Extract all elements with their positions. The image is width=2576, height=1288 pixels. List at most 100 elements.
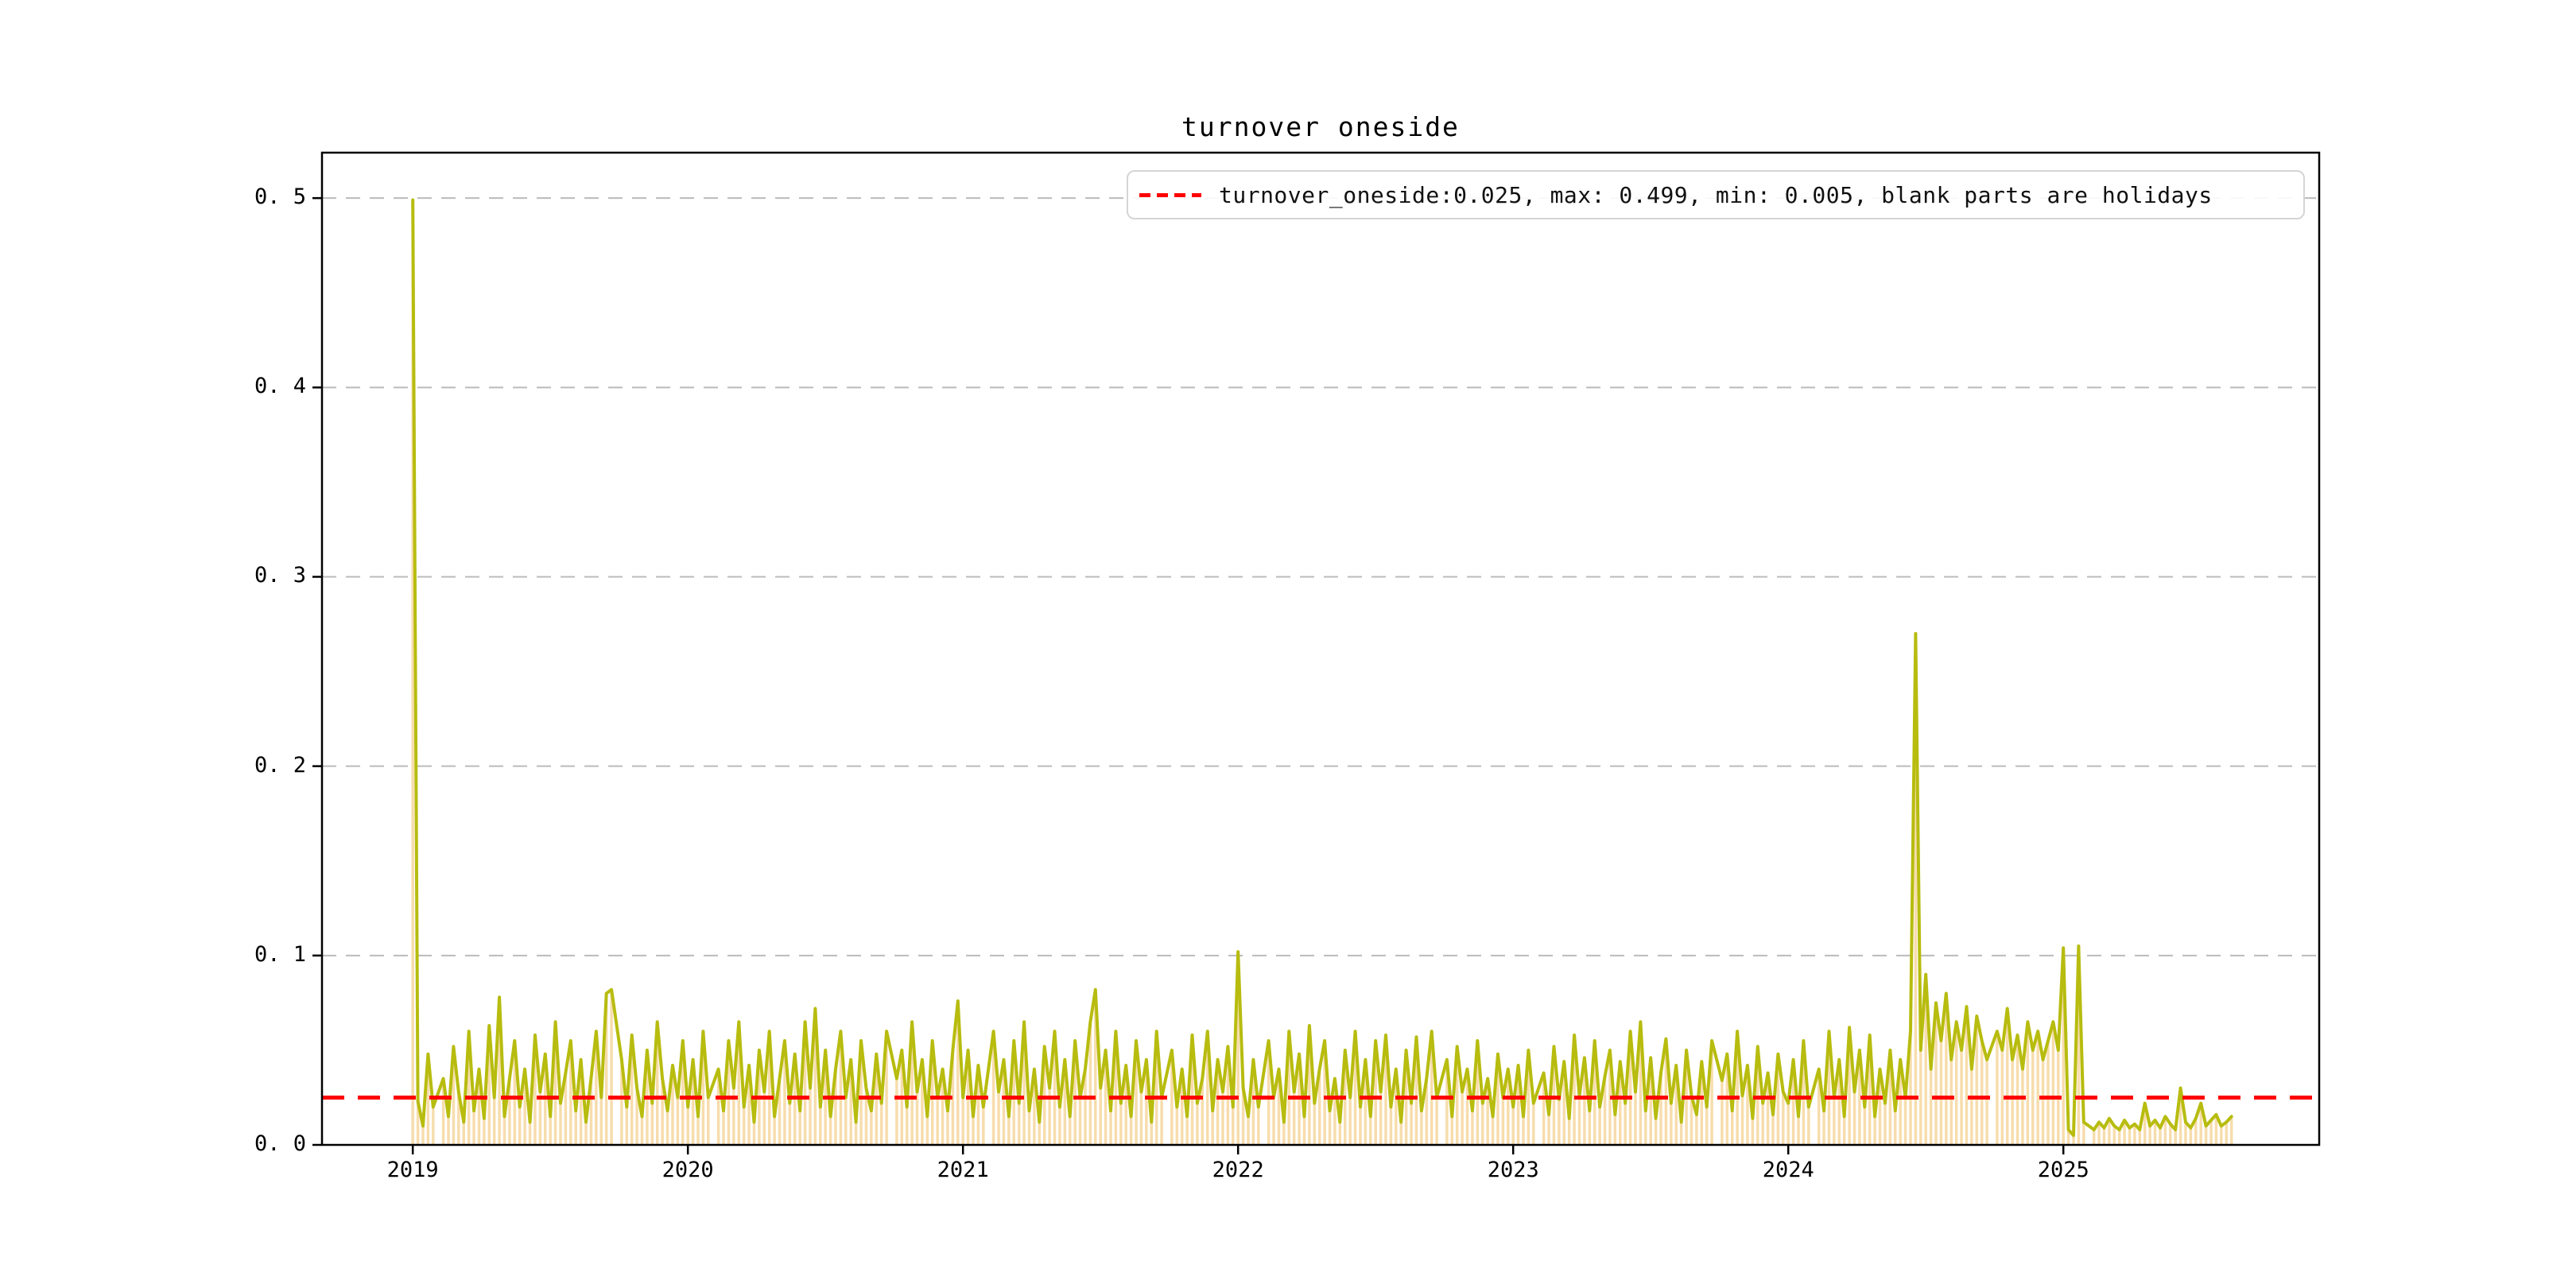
trading-day-bar (1119, 1103, 1123, 1145)
legend-label: turnover_oneside:0.025, max: 0.499, min:… (1219, 181, 2213, 208)
trading-day-bar (599, 1097, 603, 1145)
trading-day-bar (1522, 1116, 1525, 1145)
trading-day-bar (1501, 1097, 1505, 1145)
trading-day-bar (1302, 1116, 1306, 1145)
legend-red-dash-icon (1139, 192, 1201, 197)
trading-day-bar (1282, 1122, 1286, 1145)
trading-day-bar (528, 1122, 532, 1145)
trading-day-bar (1038, 1122, 1042, 1145)
trading-day-bar (676, 1097, 680, 1145)
trading-day-bar (915, 1092, 919, 1145)
trading-day-bar (2189, 1127, 2193, 1145)
trading-day-bar (798, 1111, 801, 1145)
trading-day-bar (1980, 1041, 1984, 1145)
trading-day-bar (559, 1103, 562, 1145)
trading-day-bar (1771, 1114, 1775, 1145)
trading-day-bar (773, 1116, 776, 1145)
trading-day-bar (925, 1116, 929, 1145)
trading-day-bar (936, 1097, 939, 1145)
trading-day-bar (472, 1111, 475, 1145)
trading-day-bar (1721, 1080, 1724, 1145)
trading-day-bar (1751, 1118, 1755, 1145)
trading-day-bar (972, 1116, 975, 1145)
trading-day-bar (2117, 1129, 2121, 1145)
trading-day-bar (1884, 1103, 1887, 1145)
trading-day-bar (1970, 1069, 1973, 1145)
trading-day-bar (1547, 1114, 1550, 1145)
y-tick-label: 0. 0 (254, 1131, 306, 1156)
trading-day-bar (1221, 1092, 1224, 1145)
trading-day-bar (1369, 1116, 1372, 1145)
trading-day-bar (1328, 1111, 1332, 1145)
trading-day-bar (946, 1111, 949, 1145)
trading-day-bar (1567, 1118, 1571, 1145)
trading-day-bar (1634, 1092, 1637, 1145)
trading-day-bar (1450, 1116, 1454, 1145)
trading-day-bar (1175, 1107, 1179, 1145)
trading-day-bar (1873, 1116, 1876, 1145)
trading-day-bar (2092, 1129, 2096, 1145)
trading-day-bar (752, 1122, 756, 1145)
trading-day-bar (1939, 1041, 1943, 1145)
x-tick-label: 2025 (2037, 1158, 2089, 1182)
trading-day-bar (2225, 1122, 2229, 1145)
trading-day-bar (1389, 1107, 1393, 1145)
turnover-line (411, 198, 2233, 1138)
trading-day-bar (1471, 1111, 1474, 1145)
trading-day-bar (610, 989, 613, 1145)
trading-day-bar (870, 1111, 873, 1145)
trading-day-bar (1129, 1116, 1133, 1145)
trading-day-bar (2102, 1127, 2106, 1145)
trading-day-bar (1588, 1111, 1592, 1145)
trading-day-bar (1822, 1111, 1825, 1145)
trading-day-bar (961, 1097, 964, 1145)
trading-day-bar (2041, 1059, 2045, 1145)
trading-day-bar (1139, 1092, 1143, 1145)
y-tick-label: 0. 1 (254, 941, 306, 967)
y-tick-label: 0. 3 (254, 563, 306, 588)
trading-day-bar (483, 1118, 486, 1145)
trading-day-bar (432, 1107, 435, 1145)
trading-day-bar (819, 1107, 822, 1145)
trading-day-bar (574, 1111, 577, 1145)
trading-day-bar (1842, 1116, 1846, 1145)
trading-day-bar (1420, 1111, 1423, 1145)
trading-day-bar (844, 1097, 848, 1145)
trading-day-bar (2229, 1116, 2233, 1145)
trading-day-bar (2036, 1031, 2039, 1145)
trading-day-bar (2138, 1129, 2142, 1145)
trading-day-bar (1399, 1122, 1402, 1145)
trading-day-bar (2082, 1122, 2085, 1145)
trading-day-bar (696, 1116, 700, 1145)
plot-border (320, 151, 2321, 1146)
trading-day-bar (1160, 1097, 1163, 1145)
trading-day-bar (1359, 1107, 1362, 1145)
x-tick-label: 2019 (386, 1158, 439, 1182)
trading-day-bar (1807, 1107, 1810, 1145)
trading-day-bar (2046, 1041, 2050, 1145)
trading-day-bar (1150, 1122, 1154, 1145)
trading-day-bar (421, 1126, 425, 1145)
x-tick-label: 2020 (661, 1158, 714, 1182)
trading-day-bar (2209, 1120, 2213, 1145)
trading-day-bar (1929, 1069, 1933, 1145)
trading-day-bar (447, 1116, 450, 1145)
trading-day-bar (1272, 1097, 1275, 1145)
trading-day-bar (1577, 1096, 1581, 1145)
trading-day-bar (854, 1122, 858, 1145)
trading-day-bar (1257, 1107, 1260, 1145)
trading-day-bar (1247, 1116, 1250, 1145)
trading-day-bar (2011, 1059, 2014, 1145)
trading-day-bar (1017, 1103, 1021, 1145)
trading-day-bar (2031, 1049, 2035, 1145)
trading-day-bar (2220, 1126, 2223, 1145)
trading-day-bar (1068, 1116, 1072, 1145)
trading-day-bar (707, 1097, 710, 1145)
trading-day-bar (686, 1107, 689, 1145)
trading-day-bar (665, 1111, 669, 1145)
trading-day-bar (1740, 1096, 1744, 1145)
trading-day-bar (2112, 1126, 2116, 1145)
trading-day-bar (905, 1107, 909, 1145)
trading-day-bar (2000, 1049, 2004, 1145)
trading-day-bar (1903, 1097, 1907, 1145)
